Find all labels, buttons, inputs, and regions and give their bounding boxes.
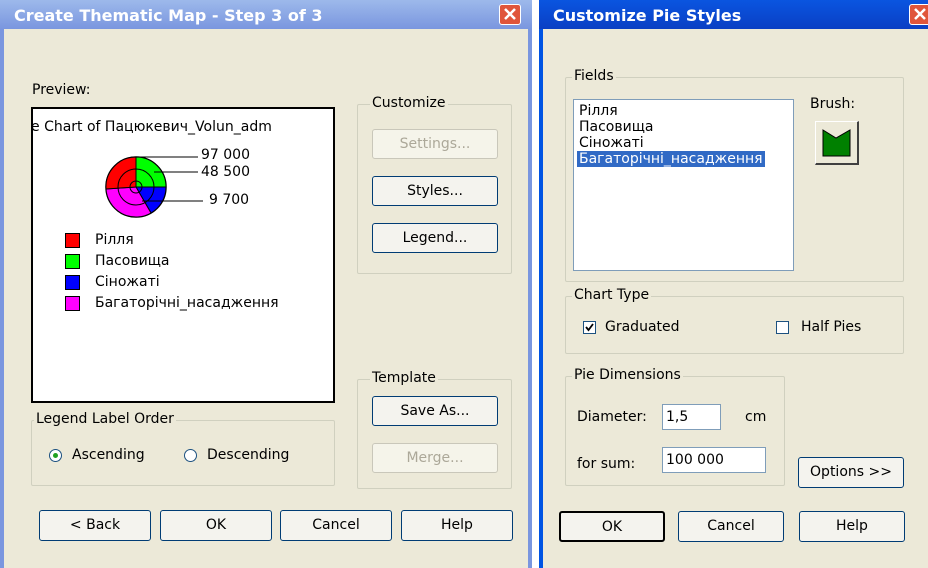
diameter-input[interactable]: 1,5	[662, 404, 721, 430]
descending-label[interactable]: Descending	[207, 447, 289, 463]
legend-swatch-blue	[65, 275, 80, 290]
half-pies-label[interactable]: Half Pies	[801, 319, 861, 335]
help-button[interactable]: Help	[799, 511, 905, 542]
brush-icon	[822, 129, 851, 157]
legend-row: Пасовища	[65, 253, 325, 271]
left-titlebar[interactable]: Create Thematic Map - Step 3 of 3	[0, 0, 532, 29]
preview-label: Preview:	[32, 82, 91, 98]
right-titlebar[interactable]: Customize Pie Styles	[539, 0, 928, 29]
options-button[interactable]: Options >>	[798, 457, 904, 488]
ok-button[interactable]: OK	[559, 511, 665, 542]
legend-swatch-green	[65, 254, 80, 269]
legend-button[interactable]: Legend...	[372, 223, 498, 253]
fields-list-item[interactable]: Сіножаті	[577, 135, 646, 151]
ascending-radio[interactable]	[49, 449, 62, 462]
legend-swatch-red	[65, 233, 80, 248]
sum-input[interactable]: 100 000	[662, 447, 766, 473]
close-icon	[914, 8, 926, 20]
close-button[interactable]	[499, 4, 521, 25]
radio-selected-dot	[53, 453, 58, 458]
help-button[interactable]: Help	[401, 510, 513, 541]
save-as-button[interactable]: Save As...	[372, 396, 498, 426]
template-group-label: Template	[370, 370, 438, 386]
pie-dimensions-group-label: Pie Dimensions	[572, 367, 683, 383]
legend-swatch-magenta	[65, 296, 80, 311]
ascending-label[interactable]: Ascending	[72, 447, 145, 463]
right-dialog-title: Customize Pie Styles	[553, 6, 742, 25]
checkmark-icon	[585, 323, 594, 332]
fields-group-label: Fields	[572, 68, 616, 84]
fields-list-item[interactable]: Рілля	[577, 103, 620, 119]
fields-list-item[interactable]: Пасовища	[577, 119, 655, 135]
diameter-label: Diameter:	[577, 409, 647, 425]
left-dialog-title: Create Thematic Map - Step 3 of 3	[14, 6, 323, 25]
legend-label: Сіножаті	[95, 274, 160, 290]
half-pies-checkbox[interactable]	[776, 321, 789, 334]
preview-panel: e Chart of Пацюкевич_Volun_adm 97 000 48…	[31, 107, 335, 403]
preview-chart-title: e Chart of Пацюкевич_Volun_adm	[31, 119, 272, 135]
legend-label: Багаторічні_насадження	[95, 295, 279, 311]
brush-label: Brush:	[810, 96, 856, 112]
ok-button[interactable]: OK	[160, 510, 272, 541]
back-button[interactable]: < Back	[39, 510, 151, 541]
graduated-label[interactable]: Graduated	[605, 319, 680, 335]
create-thematic-map-dialog: Create Thematic Map - Step 3 of 3 Previe…	[0, 0, 532, 568]
fields-listbox[interactable]: Рілля Пасовища Сіножаті Багаторічні_наса…	[573, 99, 794, 271]
merge-button[interactable]: Merge...	[372, 443, 498, 473]
size-value-large: 97 000	[201, 147, 250, 163]
diameter-unit: cm	[745, 409, 767, 425]
close-button[interactable]	[909, 4, 928, 25]
legend-order-group-label: Legend Label Order	[34, 411, 176, 427]
descending-radio[interactable]	[184, 449, 197, 462]
customize-group-label: Customize	[370, 95, 448, 111]
brush-swatch-button[interactable]	[815, 121, 859, 165]
fields-list-item-selected[interactable]: Багаторічні_насадження	[577, 151, 765, 167]
legend-row: Багаторічні_насадження	[65, 295, 333, 313]
legend-label: Пасовища	[95, 253, 170, 269]
customize-pie-styles-dialog: Customize Pie Styles Fields Рілля Пасови…	[539, 0, 928, 568]
styles-button[interactable]: Styles...	[372, 176, 498, 206]
legend-row: Сіножаті	[65, 274, 325, 292]
size-value-medium: 48 500	[201, 164, 250, 180]
sum-label: for sum:	[577, 456, 636, 472]
cancel-button[interactable]: Cancel	[280, 510, 392, 541]
size-value-small: 9 700	[209, 192, 250, 208]
cancel-button[interactable]: Cancel	[678, 511, 784, 542]
chart-type-group-label: Chart Type	[572, 287, 652, 303]
pie-chart-icon	[105, 156, 167, 218]
settings-button[interactable]: Settings...	[372, 129, 498, 159]
close-icon	[504, 8, 516, 20]
legend-label: Рілля	[95, 232, 134, 248]
graduated-checkbox[interactable]	[583, 321, 596, 334]
legend-row: Рілля	[65, 232, 325, 250]
